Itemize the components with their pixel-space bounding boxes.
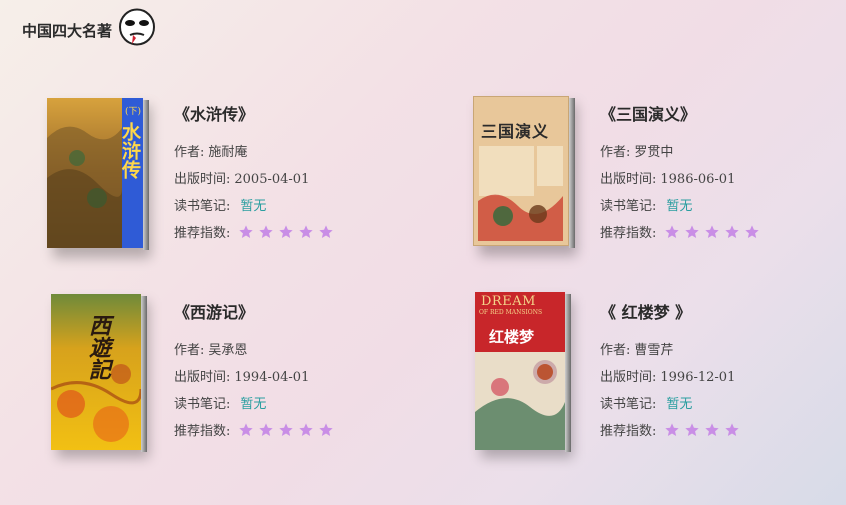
book-cover[interactable]: 西遊記 [51,294,149,458]
author-value: 曹雪芹 [634,343,674,358]
published-label: 出版时间: [174,172,231,187]
rating-label: 推荐指数: [174,424,231,439]
published-value: 1994-04-01 [234,370,310,385]
star-icon[interactable] [724,422,740,438]
book-card-shuihuzhuan[interactable]: (下) 水浒传 《水浒传》 作者: 施耐庵 出版时间: 2005-04-01 读书笔… [47,98,407,268]
meme-face-icon [119,8,155,46]
rating-stars[interactable] [664,422,744,442]
star-icon[interactable] [724,224,740,240]
star-icon[interactable] [278,224,294,240]
book-card-hongloumeng[interactable]: DREAM OF RED MANSIONS 红楼梦 《 红楼梦 》 作者: 曹雪芹… [475,292,835,462]
rating-label: 推荐指数: [600,424,657,439]
star-icon[interactable] [278,422,294,438]
notes-label: 读书笔记: [174,199,231,214]
rating-label: 推荐指数: [600,226,657,241]
star-icon[interactable] [318,422,334,438]
book-title[interactable]: 《 红楼梦 》 [600,299,744,323]
published-label: 出版时间: [174,370,231,385]
book-cover[interactable]: 三国演义 [473,96,577,256]
author-label: 作者: [600,145,631,160]
book-cover[interactable]: (下) 水浒传 [47,98,151,258]
star-icon[interactable] [684,224,700,240]
star-icon[interactable] [238,422,254,438]
star-icon[interactable] [664,224,680,240]
published-value: 1996-12-01 [660,370,736,385]
notes-label: 读书笔记: [600,199,657,214]
cover-title: 三国演义 [481,122,550,141]
star-icon[interactable] [318,224,334,240]
author-label: 作者: [600,343,631,358]
star-icon[interactable] [744,224,760,240]
book-cover[interactable]: DREAM OF RED MANSIONS 红楼梦 [475,292,573,458]
book-title[interactable]: 《水浒传》 [174,101,338,125]
book-card-sanguoyanyi[interactable]: 三国演义 《三国演义》 作者: 罗贯中 出版时间: 1986-06-01 读书笔记:… [473,96,833,266]
page-title: 中国四大名著 [22,22,113,40]
author-value: 施耐庵 [208,145,248,160]
star-icon[interactable] [684,422,700,438]
cover-title: 红楼梦 [489,328,535,346]
published-label: 出版时间: [600,370,657,385]
author-label: 作者: [174,145,205,160]
top-bar: 中国四大名著 [0,0,846,56]
notes-value[interactable]: 暂无 [240,397,266,412]
cover-title: 西遊記 [85,314,111,380]
cover-tag: (下) [124,107,142,117]
star-icon[interactable] [704,422,720,438]
star-icon[interactable] [258,224,274,240]
star-icon[interactable] [298,422,314,438]
cover-title: 水浒传 [119,122,141,179]
author-label: 作者: [174,343,205,358]
author-value: 罗贯中 [634,145,674,160]
star-icon[interactable] [664,422,680,438]
notes-value[interactable]: 暂无 [240,199,266,214]
rating-label: 推荐指数: [174,226,231,241]
notes-value[interactable]: 暂无 [666,199,692,214]
book-card-xiyouji[interactable]: 西遊記 《西游记》 作者: 吴承恩 出版时间: 1994-04-01 读书笔记: 暂无… [51,294,411,464]
rating-stars[interactable] [238,224,338,244]
star-icon[interactable] [704,224,720,240]
cover-banner-sub: OF RED MANSIONS [479,309,543,316]
star-icon[interactable] [238,224,254,240]
notes-label: 读书笔记: [600,397,657,412]
rating-stars[interactable] [664,224,764,244]
cover-banner: DREAM [481,294,536,309]
book-title[interactable]: 《西游记》 [174,299,338,323]
published-label: 出版时间: [600,172,657,187]
notes-value[interactable]: 暂无 [666,397,692,412]
book-title[interactable]: 《三国演义》 [600,101,764,125]
star-icon[interactable] [258,422,274,438]
notes-label: 读书笔记: [174,397,231,412]
rating-stars[interactable] [238,422,338,442]
published-value: 1986-06-01 [660,172,736,187]
author-value: 吴承恩 [208,343,248,358]
star-icon[interactable] [298,224,314,240]
published-value: 2005-04-01 [234,172,310,187]
